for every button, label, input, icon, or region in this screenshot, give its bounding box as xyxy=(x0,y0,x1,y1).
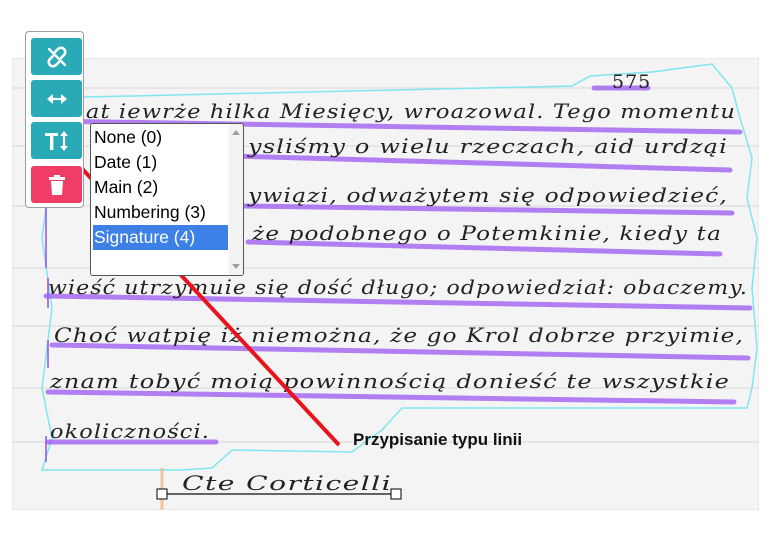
option-none[interactable]: None (0) xyxy=(93,125,228,150)
unlink-button[interactable] xyxy=(31,38,82,75)
option-date[interactable]: Date (1) xyxy=(93,150,228,175)
arrows-horizontal-icon xyxy=(46,93,67,104)
annotation-label: Przypisanie typu linii xyxy=(353,430,523,449)
line-type-select[interactable]: None (0) Date (1) Main (2) Numbering (3)… xyxy=(90,123,244,276)
scroll-up-icon[interactable] xyxy=(232,130,240,135)
scrollbar[interactable] xyxy=(229,124,243,275)
option-signature[interactable]: Signature (4) xyxy=(93,225,228,250)
line-toolbar xyxy=(25,31,84,208)
scroll-down-icon[interactable] xyxy=(232,264,240,269)
option-main[interactable]: Main (2) xyxy=(93,175,228,200)
text-height-icon xyxy=(44,130,68,151)
line-type-button[interactable] xyxy=(31,122,82,159)
delete-button[interactable] xyxy=(31,166,82,203)
resize-horizontal-button[interactable] xyxy=(31,80,82,117)
trash-icon xyxy=(48,174,65,195)
option-numbering[interactable]: Numbering (3) xyxy=(93,200,228,225)
unlink-icon xyxy=(46,45,67,68)
